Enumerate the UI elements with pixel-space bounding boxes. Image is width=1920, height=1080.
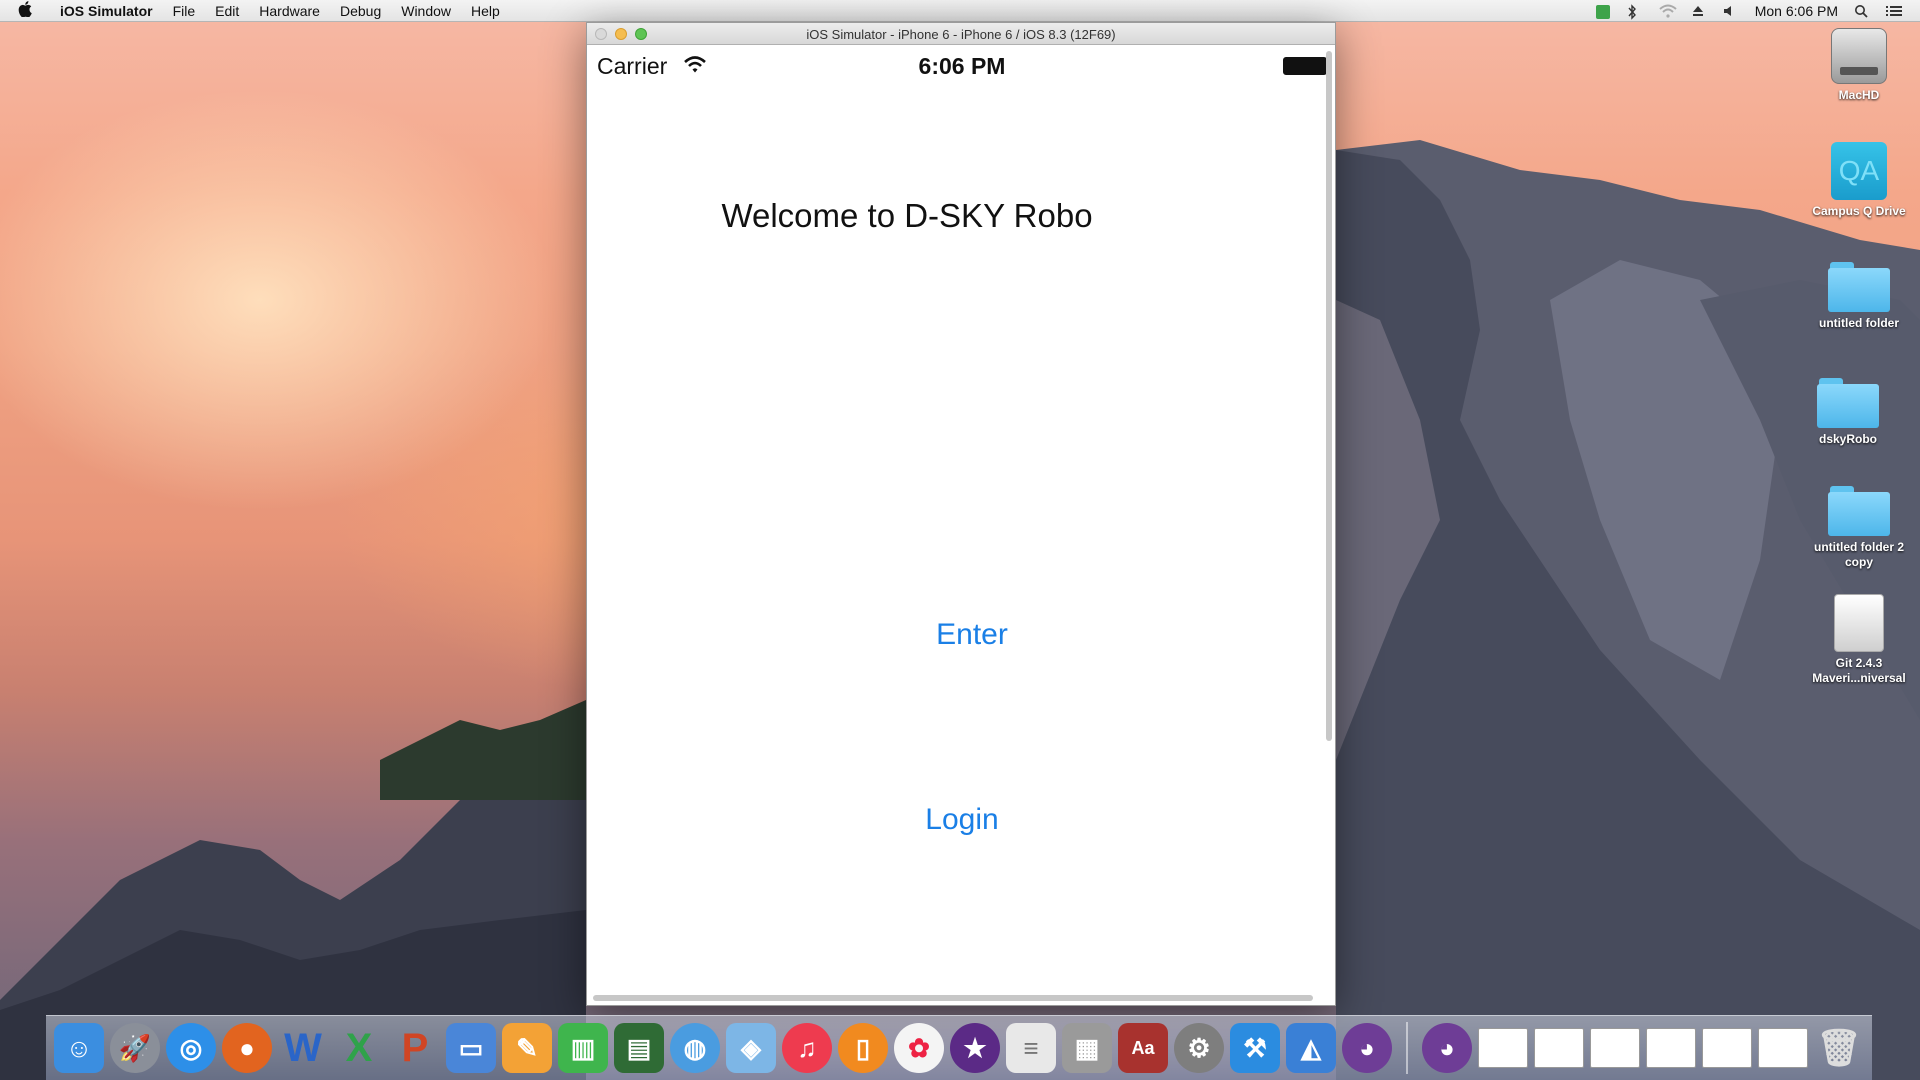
battery-icon [1283,57,1330,75]
desktop-icon-label: dskyRobo [1818,432,1877,446]
spotlight-search-icon[interactable] [1854,4,1870,18]
textedit-icon[interactable]: ≡ [1006,1023,1056,1073]
apple-menu-icon[interactable] [18,0,36,21]
menu-bar: iOS Simulator File Edit Hardware Debug W… [0,0,1920,22]
dictionary-icon[interactable]: Aa [1118,1023,1168,1073]
photos-icon[interactable]: ✿ [894,1023,944,1073]
folder-icon [1828,486,1890,536]
excel-icon[interactable]: X [334,1023,384,1073]
wifi-status-icon[interactable] [1659,4,1677,18]
menu-hardware[interactable]: Hardware [249,3,330,19]
powerpoint-icon[interactable]: P [390,1023,440,1073]
desktop-icon-label: MacHD [1838,88,1880,102]
dock-separator [1406,1022,1408,1074]
launchpad-icon[interactable]: 🚀 [110,1023,160,1073]
disk-image-icon [1834,594,1884,652]
bluetooth-icon[interactable] [1627,3,1643,20]
keynote-icon[interactable]: ▭ [446,1023,496,1073]
github-icon[interactable]: ◕ [1342,1023,1392,1073]
pages-icon[interactable]: ✎ [502,1023,552,1073]
desktop-icon-git-dmg[interactable]: Git 2.4.3 Maveri...niversal [1804,594,1914,686]
volume-icon[interactable] [1723,4,1739,18]
simulator-title-bar[interactable]: iOS Simulator - iPhone 6 - iPhone 6 / iO… [587,23,1335,45]
desktop-icon-label: untitled folder 2 copy [1814,540,1904,569]
enter-button[interactable]: Enter [822,618,1122,652]
horizontal-scrollbar[interactable] [593,995,1313,1001]
minimized-window-thumbnail[interactable] [1590,1028,1640,1068]
system-preferences-icon[interactable]: ⚙ [1174,1023,1224,1073]
minimized-window-thumbnail[interactable] [1478,1028,1528,1068]
word-icon[interactable]: W [278,1023,328,1073]
minimized-window-thumbnail[interactable] [1646,1028,1696,1068]
menu-debug[interactable]: Debug [330,3,391,19]
evernote-icon[interactable] [1595,4,1611,19]
safari-icon[interactable]: ◎ [166,1023,216,1073]
minimized-window-thumbnail[interactable] [1702,1028,1752,1068]
simulator-window: iOS Simulator - iPhone 6 - iPhone 6 / iO… [586,22,1336,1006]
desktop-icon-label: Git 2.4.3 Maveri...niversal [1812,656,1906,685]
desktop-icon-machd[interactable]: MacHD [1804,28,1914,103]
ibooks-icon[interactable]: ▯ [838,1023,888,1073]
desktop-icon-untitled-folder-2-copy[interactable]: untitled folder 2 copy [1804,486,1914,570]
menu-app-name[interactable]: iOS Simulator [50,3,163,19]
imovie-star-icon[interactable]: ★ [950,1023,1000,1073]
window-title: iOS Simulator - iPhone 6 - iPhone 6 / iO… [806,27,1116,42]
github-desktop-icon[interactable]: ◕ [1422,1023,1472,1073]
calculator-icon[interactable]: ▦ [1062,1023,1112,1073]
menu-window[interactable]: Window [391,3,461,19]
minimized-window-thumbnail[interactable] [1758,1028,1808,1068]
imovie-icon[interactable]: ▤ [614,1023,664,1073]
desktop-icon-dskyrobo[interactable]: dskyRobo [1793,378,1903,447]
minimized-window-thumbnail[interactable] [1534,1028,1584,1068]
desktop-icon-label: Campus Q Drive [1812,204,1906,218]
folder-icon [1828,262,1890,312]
network-drive-icon: QA [1831,142,1887,200]
dock: ☺ 🚀 ◎ ● W X P ▭ ✎ ▥ ▤ ◍ ◈ ♫ ▯ ✿ ★ ≡ ▦ Aa… [46,1015,1872,1080]
itunes-icon[interactable]: ♫ [782,1023,832,1073]
menu-extras: Mon 6:06 PM [1595,3,1920,20]
desktop-icon-label: untitled folder [1819,316,1899,330]
network-icon[interactable]: ◍ [670,1023,720,1073]
notification-center-icon[interactable] [1886,4,1902,18]
vertical-scrollbar[interactable] [1326,51,1332,741]
menu-file[interactable]: File [163,3,206,19]
desktop-icon-campus-q-drive[interactable]: QA Campus Q Drive [1804,142,1914,219]
finder-icon[interactable]: ☺ [54,1023,104,1073]
firefox-icon[interactable]: ● [222,1023,272,1073]
welcome-heading: Welcome to D-SKY Robo [721,197,1093,234]
iphone-screen: Carrier 6:06 PM Welcome to D-SKY Robo En… [587,45,1335,1005]
numbers-icon[interactable]: ▥ [558,1023,608,1073]
eject-icon[interactable] [1691,4,1707,18]
instruments-icon[interactable]: ◭ [1286,1023,1336,1073]
hard-drive-icon [1831,28,1887,84]
menu-clock[interactable]: Mon 6:06 PM [1755,3,1838,19]
login-button[interactable]: Login [812,803,1112,837]
menu-help[interactable]: Help [461,3,510,19]
ios-status-bar: Carrier 6:06 PM [597,53,1330,79]
menu-edit[interactable]: Edit [205,3,249,19]
trash-icon[interactable]: 🗑 [1814,1023,1864,1073]
xcode-icon[interactable]: ⚒ [1230,1023,1280,1073]
simulator-icon[interactable]: ◈ [726,1023,776,1073]
desktop-icon-untitled-folder[interactable]: untitled folder [1804,262,1914,331]
folder-icon [1817,378,1879,428]
status-time: 6:06 PM [918,53,1006,79]
